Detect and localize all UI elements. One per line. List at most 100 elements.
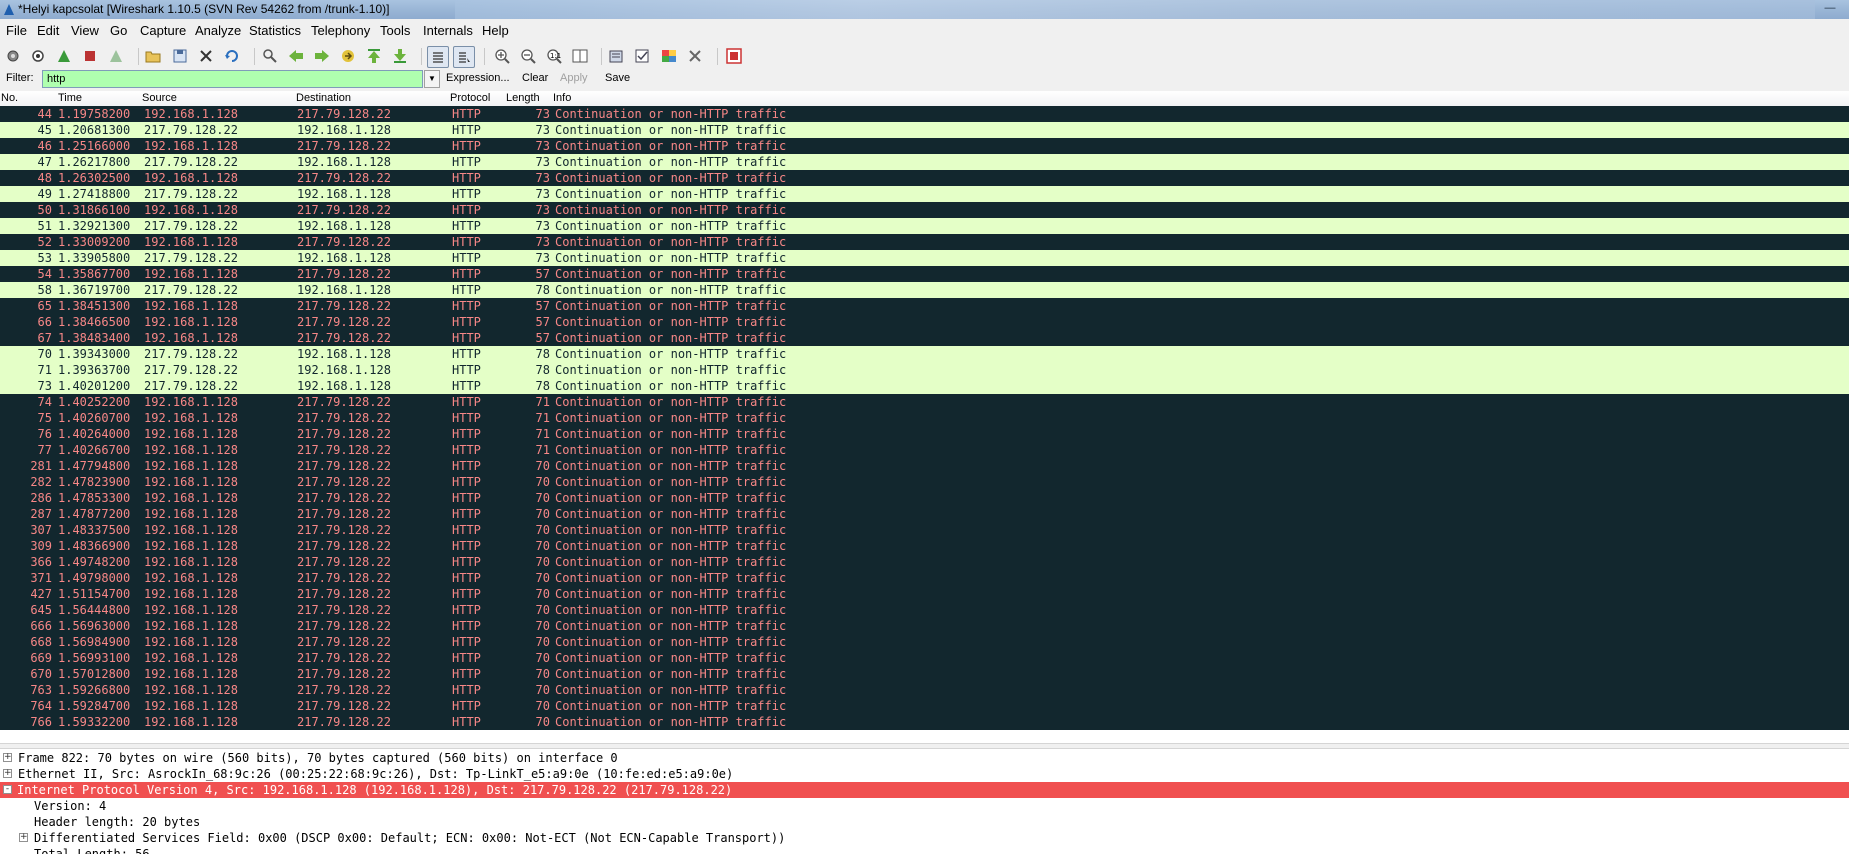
packet-row[interactable]: 75 1.40260700 192.168.1.128 217.79.128.22 HT… [0, 410, 1849, 426]
start-capture-icon[interactable] [55, 47, 73, 65]
collapse-icon[interactable]: - [3, 785, 12, 794]
detail-tree-item[interactable]: Header length: 20 bytes [0, 814, 1849, 830]
packet-row[interactable]: 49 1.27418800 217.79.128.22 192.168.1.128 HT… [0, 186, 1849, 202]
packet-row[interactable]: 76 1.40264000 192.168.1.128 217.79.128.22 HT… [0, 426, 1849, 442]
menu-file[interactable]: File [6, 23, 27, 38]
help-icon[interactable] [725, 47, 743, 65]
column-header-source[interactable]: Source [142, 92, 177, 104]
menu-help[interactable]: Help [482, 23, 509, 38]
detail-tree-item[interactable]: + Ethernet II, Src: AsrockIn_68:9c:26 (00… [0, 766, 1849, 782]
packet-row[interactable]: 287 1.47877200 192.168.1.128 217.79.128.22 H… [0, 506, 1849, 522]
packet-row[interactable]: 282 1.47823900 192.168.1.128 217.79.128.22 H… [0, 474, 1849, 490]
detail-tree-item[interactable]: - Internet Protocol Version 4, Src: 192.1… [0, 782, 1849, 798]
packet-row[interactable]: 645 1.56444800 192.168.1.128 217.79.128.22 H… [0, 602, 1849, 618]
column-header-protocol[interactable]: Protocol [450, 92, 490, 104]
capture-filters-icon[interactable] [608, 47, 626, 65]
packet-row[interactable]: 48 1.26302500 192.168.1.128 217.79.128.22 HT… [0, 170, 1849, 186]
menu-telephony[interactable]: Telephony [311, 23, 370, 38]
packet-row[interactable]: 65 1.38451300 192.168.1.128 217.79.128.22 HT… [0, 298, 1849, 314]
stop-capture-icon[interactable] [81, 47, 99, 65]
packet-row[interactable]: 764 1.59284700 192.168.1.128 217.79.128.22 H… [0, 698, 1849, 714]
menu-edit[interactable]: Edit [37, 23, 59, 38]
packet-row[interactable]: 54 1.35867700 192.168.1.128 217.79.128.22 HT… [0, 266, 1849, 282]
menu-internals[interactable]: Internals [423, 23, 473, 38]
detail-tree-item[interactable]: + Frame 822: 70 bytes on wire (560 bits),… [0, 750, 1849, 766]
apply-button[interactable]: Apply [560, 72, 588, 84]
packet-row[interactable]: 66 1.38466500 192.168.1.128 217.79.128.22 HT… [0, 314, 1849, 330]
packet-row[interactable]: 46 1.25166000 192.168.1.128 217.79.128.22 HT… [0, 138, 1849, 154]
save-filter-button[interactable]: Save [605, 72, 630, 84]
column-header-length[interactable]: Length [506, 92, 540, 104]
packet-row[interactable]: 670 1.57012800 192.168.1.128 217.79.128.22 H… [0, 666, 1849, 682]
packet-row[interactable]: 51 1.32921300 217.79.128.22 192.168.1.128 HT… [0, 218, 1849, 234]
display-filters-icon[interactable] [634, 47, 652, 65]
expand-icon[interactable]: + [19, 833, 28, 842]
packet-row[interactable]: 307 1.48337500 192.168.1.128 217.79.128.22 H… [0, 522, 1849, 538]
packet-row[interactable]: 669 1.56993100 192.168.1.128 217.79.128.22 H… [0, 650, 1849, 666]
menu-statistics[interactable]: Statistics [249, 23, 301, 38]
column-header-time[interactable]: Time [58, 92, 82, 104]
packet-row[interactable]: 70 1.39343000 217.79.128.22 192.168.1.128 HT… [0, 346, 1849, 362]
packet-row[interactable]: 668 1.56984900 192.168.1.128 217.79.128.22 H… [0, 634, 1849, 650]
column-header-no[interactable]: No. [1, 92, 18, 104]
detail-tree-item[interactable]: Version: 4 [0, 798, 1849, 814]
close-file-icon[interactable] [197, 47, 215, 65]
restart-capture-icon[interactable] [107, 47, 125, 65]
packet-row[interactable]: 45 1.20681300 217.79.128.22 192.168.1.128 HT… [0, 122, 1849, 138]
packet-row[interactable]: 71 1.39363700 217.79.128.22 192.168.1.128 HT… [0, 362, 1849, 378]
go-first-icon[interactable] [365, 47, 383, 65]
menu-go[interactable]: Go [110, 23, 127, 38]
packet-row[interactable]: 281 1.47794800 192.168.1.128 217.79.128.22 H… [0, 458, 1849, 474]
packet-row[interactable]: 47 1.26217800 217.79.128.22 192.168.1.128 HT… [0, 154, 1849, 170]
menu-capture[interactable]: Capture [140, 23, 186, 38]
column-header-destination[interactable]: Destination [296, 92, 351, 104]
packet-details-pane[interactable]: + Frame 822: 70 bytes on wire (560 bits),… [0, 749, 1849, 854]
packet-row[interactable]: 371 1.49798000 192.168.1.128 217.79.128.22 H… [0, 570, 1849, 586]
packet-row[interactable]: 286 1.47853300 192.168.1.128 217.79.128.22 H… [0, 490, 1849, 506]
normal-size-icon[interactable]: 1:1 [545, 47, 563, 65]
zoom-out-icon[interactable] [519, 47, 537, 65]
packet-row[interactable]: 44 1.19758200 192.168.1.128 217.79.128.22 HT… [0, 106, 1849, 122]
display-filter-input[interactable]: http [42, 70, 423, 88]
open-file-icon[interactable] [144, 47, 162, 65]
interface-list-icon[interactable] [4, 47, 22, 65]
clear-button[interactable]: Clear [522, 72, 548, 84]
packet-row[interactable]: 50 1.31866100 192.168.1.128 217.79.128.22 HT… [0, 202, 1849, 218]
packet-row[interactable]: 427 1.51154700 192.168.1.128 217.79.128.22 H… [0, 586, 1849, 602]
column-header-info[interactable]: Info [553, 92, 571, 104]
go-last-icon[interactable] [391, 47, 409, 65]
packet-row[interactable]: 58 1.36719700 217.79.128.22 192.168.1.128 HT… [0, 282, 1849, 298]
packet-row[interactable]: 53 1.33905800 217.79.128.22 192.168.1.128 HT… [0, 250, 1849, 266]
find-packet-icon[interactable] [261, 47, 279, 65]
preferences-icon[interactable] [686, 47, 704, 65]
resize-columns-icon[interactable] [571, 47, 589, 65]
packet-row[interactable]: 73 1.40201200 217.79.128.22 192.168.1.128 HT… [0, 378, 1849, 394]
coloring-rules-icon[interactable] [660, 47, 678, 65]
zoom-in-icon[interactable] [493, 47, 511, 65]
menu-tools[interactable]: Tools [380, 23, 410, 38]
reload-icon[interactable] [223, 47, 241, 65]
filter-dropdown-icon[interactable]: ▼ [424, 70, 440, 88]
packet-row[interactable]: 74 1.40252200 192.168.1.128 217.79.128.22 HT… [0, 394, 1849, 410]
packet-row[interactable]: 52 1.33009200 192.168.1.128 217.79.128.22 HT… [0, 234, 1849, 250]
packet-row[interactable]: 77 1.40266700 192.168.1.128 217.79.128.22 HT… [0, 442, 1849, 458]
packet-row[interactable]: 366 1.49748200 192.168.1.128 217.79.128.22 H… [0, 554, 1849, 570]
expression-button[interactable]: Expression... [446, 72, 510, 84]
menu-view[interactable]: View [71, 23, 99, 38]
save-file-icon[interactable] [171, 47, 189, 65]
menu-analyze[interactable]: Analyze [195, 23, 241, 38]
packet-row[interactable]: 309 1.48366900 192.168.1.128 217.79.128.22 H… [0, 538, 1849, 554]
minimize-icon[interactable]: — [1812, 0, 1848, 17]
capture-options-icon[interactable] [29, 47, 47, 65]
colorize-icon[interactable] [427, 46, 449, 68]
auto-scroll-icon[interactable] [453, 46, 475, 68]
go-forward-icon[interactable] [313, 47, 331, 65]
go-back-icon[interactable] [287, 47, 305, 65]
packet-row[interactable]: 67 1.38483400 192.168.1.128 217.79.128.22 HT… [0, 330, 1849, 346]
detail-tree-item[interactable]: Total Length: 56 [0, 846, 1849, 854]
packet-row[interactable]: 766 1.59332200 192.168.1.128 217.79.128.22 H… [0, 714, 1849, 730]
packet-list[interactable]: 44 1.19758200 192.168.1.128 217.79.128.22 HT… [0, 106, 1849, 743]
detail-tree-item[interactable]: + Differentiated Services Field: 0x00 (DS… [0, 830, 1849, 846]
expand-icon[interactable]: + [3, 769, 12, 778]
packet-row[interactable]: 763 1.59266800 192.168.1.128 217.79.128.22 H… [0, 682, 1849, 698]
